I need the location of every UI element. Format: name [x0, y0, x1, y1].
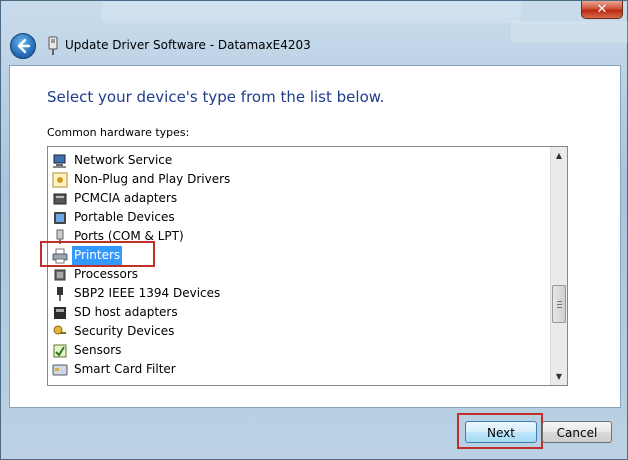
wizard-footer: Next Cancel	[9, 408, 621, 453]
driver-device-icon	[48, 36, 58, 55]
portable-device-icon	[54, 212, 66, 224]
list-item-label: Non-Plug and Play Drivers	[74, 172, 231, 186]
list-item-label: SBP2 IEEE 1394 Devices	[74, 286, 221, 300]
network-service-icon	[53, 154, 66, 168]
background-window-ghost	[511, 21, 628, 43]
smart-card-filter-icon	[52, 364, 68, 376]
sd-host-adapter-icon	[54, 307, 66, 319]
list-item-label: Smart Card Filter	[74, 362, 176, 376]
sensor-icon	[53, 344, 67, 358]
thumb-grip-line	[557, 304, 562, 305]
processor-icon	[54, 269, 66, 281]
list-item-label: Security Devices	[74, 324, 175, 338]
list-item-label: Portable Devices	[74, 210, 175, 224]
update-driver-window: ✕ Update Driver Software - DatamaxE4203 …	[0, 0, 628, 460]
scroll-down-arrow-icon[interactable]: ▼	[551, 368, 567, 385]
vertical-scrollbar[interactable]: ▲ ▼	[550, 147, 567, 385]
thumb-grip-line	[557, 307, 562, 308]
close-icon: ✕	[596, 2, 608, 17]
back-button[interactable]	[10, 33, 36, 59]
close-button[interactable]: ✕	[581, 1, 623, 19]
cancel-button[interactable]: Cancel	[542, 421, 612, 443]
security-device-icon	[53, 325, 66, 335]
thumb-grip-line	[557, 301, 562, 302]
wizard-content: Select your device's type from the list …	[9, 65, 621, 408]
hardware-types-label: Common hardware types:	[47, 126, 190, 139]
scrollbar-thumb[interactable]	[552, 285, 566, 323]
ieee1394-device-icon	[57, 287, 63, 301]
list-item-label: Sensors	[74, 343, 122, 357]
printers-highlight-annotation	[40, 241, 155, 267]
pcmcia-adapter-icon	[53, 193, 67, 205]
list-item-label: SD host adapters	[74, 305, 178, 319]
list-item-label: Processors	[74, 267, 139, 281]
list-item-label: PCMCIA adapters	[74, 191, 178, 205]
non-pnp-driver-icon	[52, 172, 68, 188]
window-title: Update Driver Software - DatamaxE4203	[65, 38, 311, 52]
list-item-label: Network Service	[74, 153, 173, 167]
background-window-ghost	[101, 1, 521, 23]
page-heading: Select your device's type from the list …	[47, 88, 385, 106]
scroll-up-arrow-icon[interactable]: ▲	[551, 147, 567, 164]
next-button[interactable]: Next	[465, 421, 537, 443]
back-arrow-icon	[17, 38, 31, 54]
